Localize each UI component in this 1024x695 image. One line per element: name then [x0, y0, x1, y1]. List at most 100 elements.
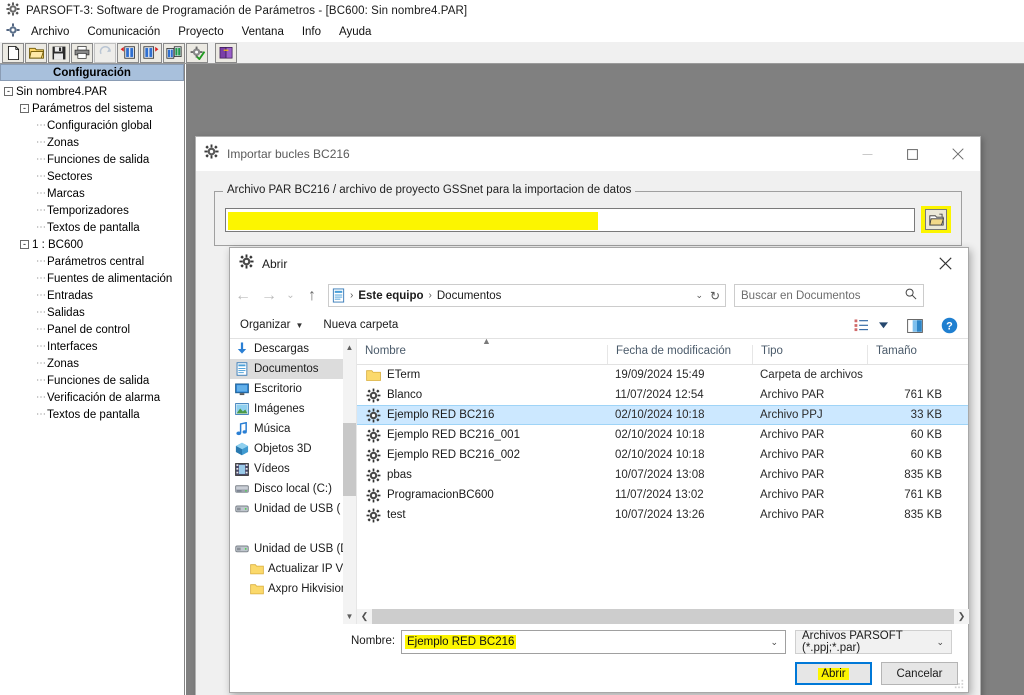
close-icon[interactable] [923, 248, 968, 279]
nav-item-unidad-de-usb[interactable]: Unidad de USB ( [230, 499, 356, 519]
tree-item-sectores[interactable]: ⋯ Sectores [0, 168, 184, 185]
menu-proyecto[interactable]: Proyecto [169, 26, 232, 38]
cancel-button[interactable]: Cancelar [881, 662, 958, 685]
save-disk-icon[interactable] [48, 42, 70, 63]
menu-archivo[interactable]: Archivo [22, 26, 78, 38]
view-options-group[interactable]: ? [848, 312, 962, 339]
search-input-placeholder[interactable]: Buscar en Documentos [741, 290, 861, 302]
nav-item-documentos[interactable]: Documentos [230, 359, 356, 379]
refresh-icon[interactable]: ↻ [710, 289, 720, 303]
nav-scroll-down-icon[interactable]: ▼ [343, 608, 356, 624]
open-button[interactable]: Abrir [795, 662, 872, 685]
close-icon[interactable] [935, 137, 980, 171]
download-to-panel-icon[interactable] [117, 42, 139, 63]
file-type-filter[interactable]: Archivos PARSOFT (*.ppj;*.par) ⌄ [795, 630, 952, 654]
tree-item-zonas[interactable]: ⋯ Zonas [0, 134, 184, 151]
hscroll-right-icon[interactable]: ❯ [954, 609, 969, 624]
tree-item-textos-de-pantalla[interactable]: ⋯ Textos de pantalla [0, 219, 184, 236]
tree-expander-icon[interactable]: - [20, 240, 29, 249]
new-folder-button[interactable]: Nueva carpeta [313, 319, 408, 331]
column-header-fecha[interactable]: Fecha de modificación [607, 345, 752, 364]
open-dialog-titlebar[interactable]: Abrir [230, 248, 968, 279]
table-row[interactable]: Ejemplo RED BC216_002 02/10/2024 10:18 Arc… [357, 445, 968, 465]
navigation-pane-list[interactable]: Descargas Documentos Escritorio Imágenes Mús… [230, 339, 356, 599]
nav-item-unidad-de-usb-d[interactable]: Unidad de USB (D: [230, 539, 356, 559]
table-row[interactable]: Ejemplo RED BC216_001 02/10/2024 10:18 Arc… [357, 425, 968, 445]
nav-item-axpro-hikvision[interactable]: Axpro Hikvision [230, 579, 356, 599]
table-row[interactable]: Blanco 11/07/2024 12:54 Archivo PAR 761 KB [357, 385, 968, 405]
nav-item-actualizar-ip-vers[interactable]: Actualizar IP Vers [230, 559, 356, 579]
tree-item-par-metros-central[interactable]: ⋯ Parámetros central [0, 253, 184, 270]
tree-item-textos-de-pantalla[interactable]: ⋯ Textos de pantalla [0, 406, 184, 423]
tree-item-temporizadores[interactable]: ⋯ Temporizadores [0, 202, 184, 219]
file-list-pane[interactable]: Nombre ▲ Fecha de modificación Tipo Tama… [356, 336, 969, 624]
tree-item-sin-nombre4-par[interactable]: - Sin nombre4.PAR [0, 83, 184, 100]
tree-expander-icon[interactable]: - [4, 87, 13, 96]
tree-item-salidas[interactable]: ⋯ Salidas [0, 304, 184, 321]
view-chevron-down-icon[interactable] [874, 312, 892, 339]
nav-item-v-deos[interactable]: Vídeos [230, 459, 356, 479]
back-arrow-icon[interactable]: ← [230, 280, 256, 311]
menu-comunicacion[interactable]: Comunicación [78, 26, 169, 38]
maximize-icon[interactable] [890, 137, 935, 171]
minimize-icon[interactable] [845, 137, 890, 171]
column-header-nombre[interactable]: Nombre ▲ [357, 336, 607, 364]
tree-item-entradas[interactable]: ⋯ Entradas [0, 287, 184, 304]
tree-item-funciones-de-salida[interactable]: ⋯ Funciones de salida [0, 151, 184, 168]
nav-item-disco-local-c[interactable]: Disco local (C:) [230, 479, 356, 499]
filter-chevron-down-icon[interactable]: ⌄ [936, 637, 944, 648]
browse-file-button[interactable] [921, 206, 951, 233]
help-icon[interactable]: ? [936, 312, 962, 339]
table-row[interactable]: pbas 10/07/2024 13:08 Archivo PAR 835 KB [357, 465, 968, 485]
import-window-controls[interactable] [845, 137, 980, 171]
address-chevron-down-icon[interactable]: ⌄ [695, 290, 703, 301]
organize-button[interactable]: Organizar ▼ [230, 319, 313, 331]
import-dialog-titlebar[interactable]: Importar bucles BC216 [196, 137, 980, 171]
up-arrow-icon[interactable]: ↑ [299, 280, 325, 311]
breadcrumb-este-equipo[interactable]: Este equipo [355, 290, 426, 302]
nav-item-im-genes[interactable]: Imágenes [230, 399, 356, 419]
nav-item-descargas[interactable]: Descargas [230, 339, 356, 359]
open-dialog-resize-grip[interactable] [954, 679, 964, 689]
app-toolbar[interactable] [0, 42, 1024, 64]
column-header-tipo[interactable]: Tipo [752, 345, 867, 364]
search-box[interactable]: Buscar en Documentos [734, 284, 924, 307]
file-list-header[interactable]: Nombre ▲ Fecha de modificación Tipo Tama… [357, 336, 968, 365]
nav-item-objetos-3d[interactable]: Objetos 3D [230, 439, 356, 459]
print-icon[interactable] [71, 42, 93, 63]
tree-item-verificaci-n-de-alarma[interactable]: ⋯ Verificación de alarma [0, 389, 184, 406]
table-row[interactable]: ProgramacionBC600 11/07/2024 13:02 Archivo… [357, 485, 968, 505]
tree-item-fuentes-de-alimentaci-n[interactable]: ⋯ Fuentes de alimentación [0, 270, 184, 287]
column-header-tamano[interactable]: Tamaño [867, 345, 962, 364]
table-row[interactable]: Ejemplo RED BC216 02/10/2024 10:18 Archivo… [357, 405, 968, 425]
tree-item-1-bc600[interactable]: -1 : BC600 [0, 236, 184, 253]
table-row[interactable]: test 10/07/2024 13:26 Archivo PAR 835 KB [357, 505, 968, 525]
nav-scroll-thumb[interactable] [343, 423, 356, 496]
hscroll-left-icon[interactable]: ❮ [357, 609, 372, 624]
configuration-tree[interactable]: - Sin nombre4.PAR - Parámetros del sistema ⋯… [0, 81, 184, 423]
open-dialog-commandbar[interactable]: Organizar ▼ Nueva carpeta ? [230, 312, 968, 339]
hscroll-track[interactable] [372, 609, 954, 624]
menu-info[interactable]: Info [293, 26, 330, 38]
navigation-pane-scrollbar[interactable]: ▲ ▼ [343, 339, 356, 624]
view-list-icon[interactable] [848, 312, 874, 339]
forward-arrow-icon[interactable]: → [256, 280, 282, 311]
compare-panels-icon[interactable] [163, 42, 185, 63]
preview-pane-icon[interactable] [902, 312, 928, 339]
new-file-icon[interactable] [2, 42, 24, 63]
tree-item-configuraci-n-global[interactable]: ⋯ Configuración global [0, 117, 184, 134]
tree-item-zonas[interactable]: ⋯ Zonas [0, 355, 184, 372]
address-bar[interactable]: › Este equipo › Documentos ⌄ ↻ [328, 284, 726, 307]
chevron-down-icon[interactable]: ⌄ [282, 280, 299, 311]
tree-item-par-metros-del-sistema[interactable]: - Parámetros del sistema [0, 100, 184, 117]
par-file-path-input[interactable] [225, 208, 915, 232]
filename-input[interactable]: Ejemplo RED BC216 ⌄ [401, 630, 786, 654]
file-list-hscrollbar[interactable]: ❮ ❯ [357, 609, 969, 624]
filename-chevron-down-icon[interactable]: ⌄ [770, 637, 778, 648]
tree-item-funciones-de-salida[interactable]: ⋯ Funciones de salida [0, 372, 184, 389]
navigation-pane[interactable]: Descargas Documentos Escritorio Imágenes Mús… [230, 339, 356, 624]
nav-scroll-up-icon[interactable]: ▲ [343, 339, 356, 355]
menu-ayuda[interactable]: Ayuda [330, 26, 380, 38]
breadcrumb-documentos[interactable]: Documentos [434, 290, 505, 302]
nav-item-escritorio[interactable]: Escritorio [230, 379, 356, 399]
